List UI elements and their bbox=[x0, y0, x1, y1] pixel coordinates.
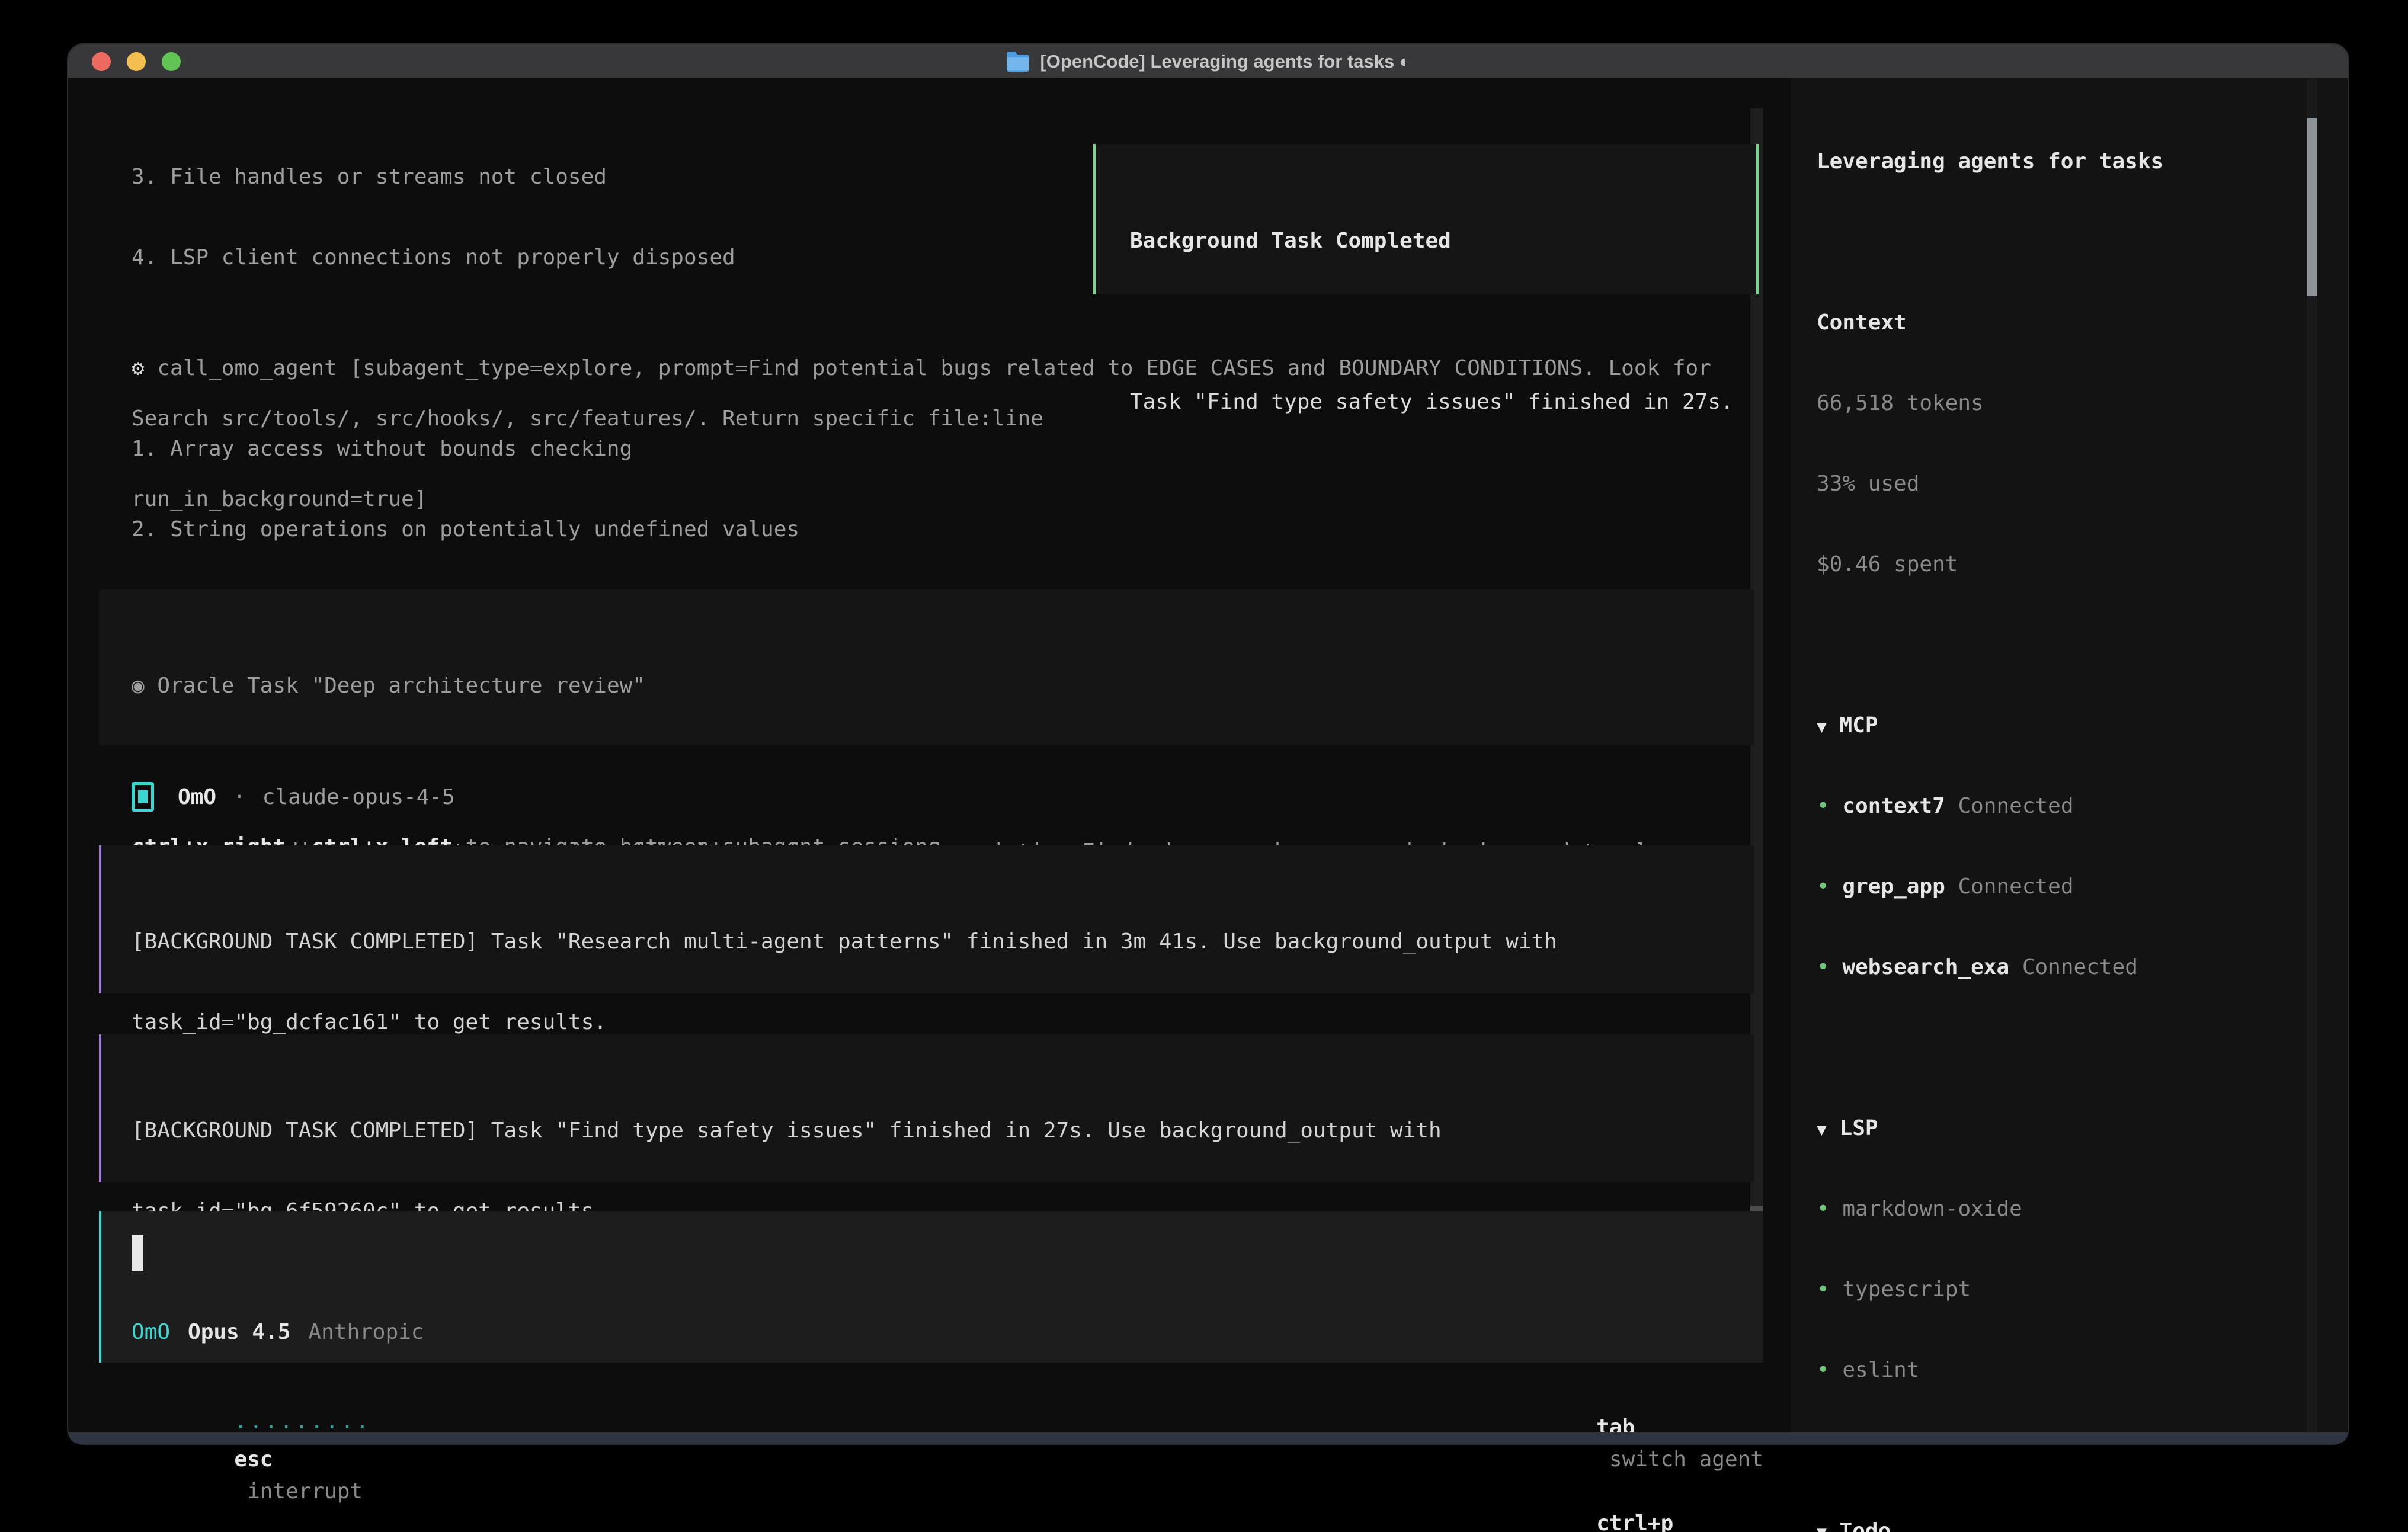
lsp-item: • typescript bbox=[1817, 1274, 2307, 1306]
window-title: [OpenCode] Leveraging agents for tasks ◐ bbox=[1040, 51, 1410, 72]
esc-key-hint: esc bbox=[234, 1447, 273, 1472]
titlebar[interactable]: [OpenCode] Leveraging agents for tasks ◐ bbox=[68, 44, 2348, 78]
terminal-line: 4. LSP client connections not properly d… bbox=[132, 242, 1043, 274]
traffic-lights bbox=[92, 44, 181, 78]
chevron-down-icon: ▼ bbox=[1817, 717, 1827, 736]
oracle-task-box: ◉ Oracle Task "Deep architecture review"… bbox=[99, 589, 1754, 745]
input-model-name: Opus 4.5 bbox=[188, 1316, 290, 1348]
lsp-item: • markdown-oxide bbox=[1817, 1193, 2307, 1225]
input-provider-name: Anthropic bbox=[308, 1316, 424, 1348]
opencode-window: [OpenCode] Leveraging agents for tasks ◐… bbox=[68, 44, 2348, 1444]
input-agent-name: OmO bbox=[132, 1316, 170, 1348]
close-button[interactable] bbox=[92, 52, 111, 71]
task-box: [BACKGROUND TASK COMPLETED] Task "Find t… bbox=[99, 1034, 1754, 1182]
status-dot-icon: • bbox=[1817, 1358, 1830, 1382]
oracle-task-title: Oracle Task "Deep architecture review" bbox=[145, 674, 645, 698]
sidebar-scrollbar[interactable] bbox=[2307, 78, 2317, 1432]
todo-section-header[interactable]: ▼ Todo bbox=[1817, 1515, 2307, 1532]
notification-title: Background Task Completed bbox=[1130, 225, 1756, 257]
status-dot-icon: • bbox=[1817, 955, 1830, 979]
status-dot-icon: • bbox=[1817, 794, 1830, 818]
context-tokens: 66,518 tokens bbox=[1817, 387, 2307, 419]
status-dot-icon: • bbox=[1817, 874, 1830, 899]
sidebar-session-title: Leveraging agents for tasks bbox=[1817, 146, 2307, 178]
status-bar: ········· esc interrupt tab switch agent… bbox=[132, 1380, 1763, 1412]
text-cursor bbox=[132, 1235, 143, 1271]
context-spent: $0.46 spent bbox=[1817, 549, 2307, 581]
status-dot-icon: • bbox=[1817, 1277, 1830, 1302]
window-title-group: [OpenCode] Leveraging agents for tasks ◐ bbox=[1006, 51, 1410, 72]
lsp-section-header[interactable]: ▼ LSP bbox=[1817, 1113, 2307, 1145]
tool-call-item: 2. String operations on potentially unde… bbox=[132, 514, 1711, 546]
task-line: [BACKGROUND TASK COMPLETED] Task "Find t… bbox=[132, 1115, 1754, 1147]
notification-body: Task "Find type safety issues" finished … bbox=[1130, 386, 1756, 418]
lsp-item: • eslint bbox=[1817, 1354, 2307, 1386]
context-used: 33% used bbox=[1817, 468, 2307, 500]
prompt-input[interactable]: OmO Opus 4.5 Anthropic bbox=[99, 1211, 1763, 1363]
window-bottom-frame bbox=[68, 1432, 2348, 1444]
mcp-item: • grep_app Connected bbox=[1817, 871, 2307, 903]
task-box: [BACKGROUND TASK COMPLETED] Task "Resear… bbox=[99, 845, 1754, 993]
chevron-down-icon: ▼ bbox=[1817, 1120, 1827, 1139]
status-left: ········· esc interrupt bbox=[132, 1380, 395, 1412]
ctrlp-key-hint: ctrl+p bbox=[1596, 1511, 1673, 1532]
screen: [OpenCode] Leveraging agents for tasks ◐… bbox=[0, 0, 2408, 1532]
minimize-button[interactable] bbox=[127, 52, 146, 71]
agent-name: OmO bbox=[178, 785, 216, 809]
mcp-item: • websearch_exa Connected bbox=[1817, 951, 2307, 983]
mcp-section-header[interactable]: ▼ MCP bbox=[1817, 710, 2307, 742]
context-heading: Context bbox=[1817, 307, 2307, 339]
esc-key-label bbox=[234, 1479, 247, 1504]
chevron-down-icon: ▼ bbox=[1817, 1523, 1827, 1532]
folder-icon bbox=[1006, 52, 1030, 72]
record-icon: ◉ bbox=[132, 674, 145, 698]
sidebar-scrollbar-thumb[interactable] bbox=[2307, 118, 2317, 296]
zoom-button[interactable] bbox=[162, 52, 181, 71]
background-task-notification: Background Task Completed Task "Find typ… bbox=[1093, 144, 1759, 294]
agent-checkbox-icon bbox=[132, 782, 154, 812]
separator-dot: · bbox=[233, 785, 246, 809]
terminal-line: 3. File handles or streams not closed bbox=[132, 161, 1043, 193]
gear-icon: ⚙ bbox=[132, 356, 145, 380]
status-right: tab switch agent ctrl+p commands bbox=[1494, 1380, 1763, 1412]
status-dot-icon: • bbox=[1817, 1197, 1830, 1221]
task-line: task_id="bg_dcfac161" to get results. bbox=[132, 1007, 1754, 1039]
task-line: [BACKGROUND TASK COMPLETED] Task "Resear… bbox=[132, 926, 1754, 958]
agent-header: OmO · claude-opus-4-5 bbox=[132, 781, 455, 813]
model-indicator: OmO Opus 4.5 Anthropic bbox=[132, 1316, 424, 1348]
sidebar: Leveraging agents for tasks Context 66,5… bbox=[1791, 78, 2348, 1432]
agent-model: claude-opus-4-5 bbox=[262, 785, 455, 809]
tab-key-label: switch agent bbox=[1609, 1447, 1763, 1472]
mcp-item: • context7 Connected bbox=[1817, 790, 2307, 822]
